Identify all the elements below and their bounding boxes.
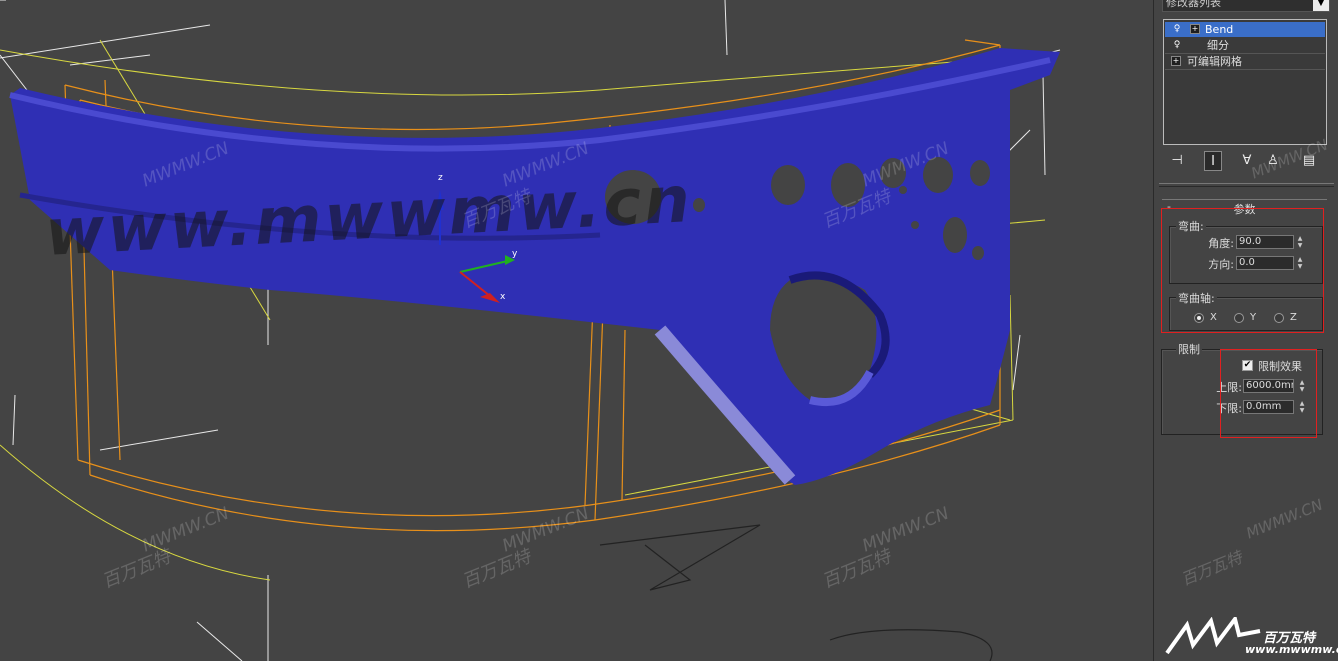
stack-item-editable-mesh[interactable]: + 可编辑网格 bbox=[1165, 54, 1325, 70]
watermark-cn: 百万瓦特 bbox=[1178, 547, 1245, 590]
letter-a-outline bbox=[599, 524, 993, 661]
brand-url: www.mwwmw.cn bbox=[1245, 643, 1338, 656]
pin-stack-icon[interactable]: ⊣ bbox=[1168, 151, 1186, 171]
perspective-viewport[interactable]: z y x www.mwwmw.cn MWMW.CN MWMW.CN MWMW.… bbox=[0, 0, 1153, 661]
limit-group-label: 限制 bbox=[1176, 341, 1202, 357]
lightbulb-icon[interactable]: ♀ bbox=[1173, 25, 1181, 34]
chevron-down-icon[interactable]: ▼ bbox=[1313, 0, 1329, 11]
modify-command-panel: 修改器列表 ▼ ♀ + Bend ♀ 细分 + 可编辑网格 ⊣ I ∀ ♙ ▤ … bbox=[1153, 0, 1338, 661]
viewport-scene: z y x bbox=[0, 0, 1061, 661]
highlight-box-limit-params bbox=[1220, 349, 1317, 438]
lightbulb-icon[interactable]: ♀ bbox=[1173, 41, 1181, 50]
divider bbox=[1159, 183, 1334, 184]
stack-item-bend[interactable]: ♀ + Bend bbox=[1165, 22, 1325, 37]
modifier-list-label: 修改器列表 bbox=[1166, 0, 1221, 9]
stack-item-label: 细分 bbox=[1207, 39, 1229, 52]
modifier-stack-list[interactable]: ♀ + Bend ♀ 细分 + 可编辑网格 bbox=[1163, 19, 1327, 145]
axis-label-x: x bbox=[500, 292, 506, 302]
expand-plus-icon[interactable]: + bbox=[1190, 24, 1200, 34]
brand-logo: 百万瓦特 www.mwwmw.cn bbox=[1165, 615, 1338, 661]
modifier-list-dropdown[interactable]: 修改器列表 ▼ bbox=[1162, 0, 1330, 12]
stack-item-label: Bend bbox=[1205, 23, 1234, 36]
divider bbox=[1159, 186, 1334, 187]
watermark: MWMW.CN bbox=[1243, 495, 1326, 543]
expand-plus-icon[interactable]: + bbox=[1171, 56, 1181, 66]
stack-item-label: 可编辑网格 bbox=[1187, 55, 1242, 68]
bent-mesh bbox=[9, 48, 1060, 485]
highlight-box-bend-params bbox=[1161, 208, 1324, 333]
stack-item-subdivide[interactable]: ♀ 细分 bbox=[1165, 38, 1325, 54]
axis-label-y: y bbox=[512, 249, 518, 259]
show-end-result-icon[interactable]: I bbox=[1204, 151, 1222, 171]
